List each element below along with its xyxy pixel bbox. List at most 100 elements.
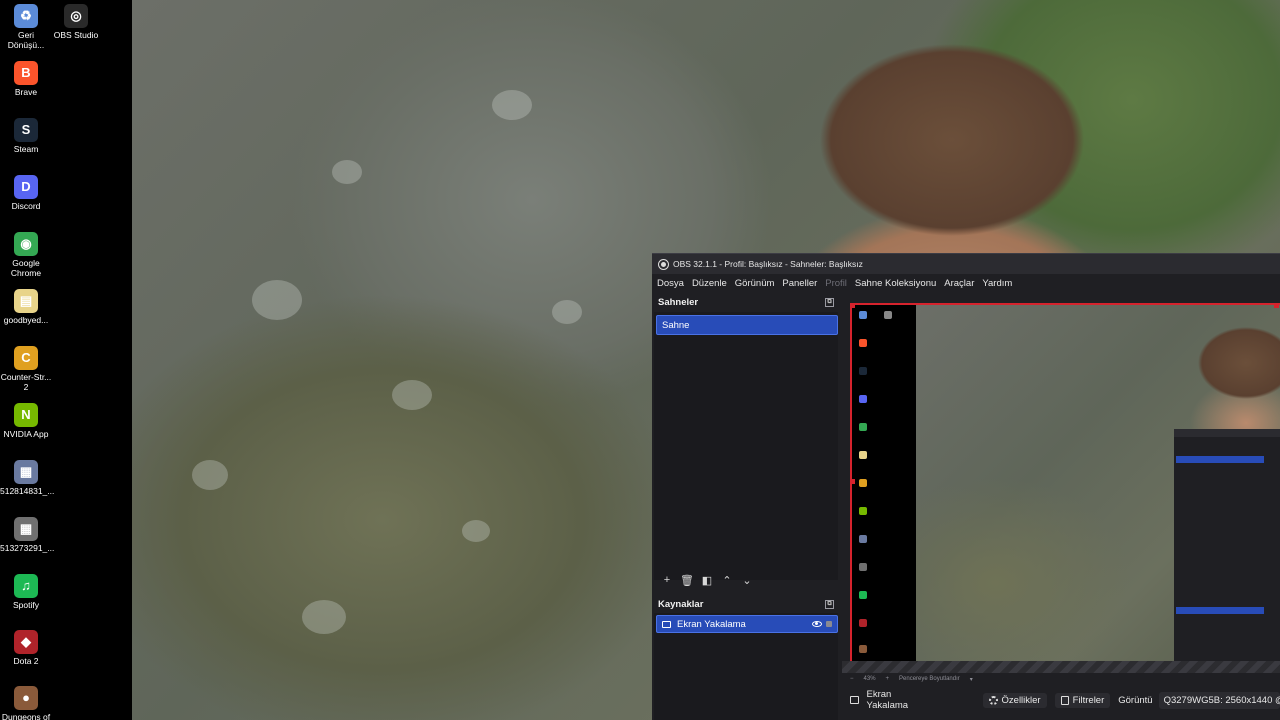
resize-handle[interactable] bbox=[850, 303, 855, 308]
zoom-dropdown-icon[interactable]: ▾ bbox=[970, 676, 973, 683]
preview-icon bbox=[859, 367, 867, 375]
preview-icon bbox=[859, 423, 867, 431]
add-scene-icon[interactable]: + bbox=[658, 572, 676, 588]
obs-logo-icon bbox=[658, 258, 669, 270]
preview-icon bbox=[859, 563, 867, 571]
desktop-icon[interactable]: N NVIDIA App bbox=[0, 403, 52, 440]
menu-profil[interactable]: Profil bbox=[825, 278, 847, 289]
zoom-fit-label[interactable]: Pencereye Boyutlandır bbox=[899, 676, 960, 682]
desktop-icon[interactable]: C Counter-Str... 2 bbox=[0, 346, 52, 392]
desktop-icon[interactable]: ◎ OBS Studio bbox=[50, 4, 102, 41]
desktop-icon[interactable]: ♫ Spotify bbox=[0, 574, 52, 611]
image-icon: ▦ bbox=[14, 517, 38, 541]
preview-icon bbox=[859, 311, 867, 319]
lock-icon[interactable] bbox=[826, 621, 832, 627]
obs-title-bar[interactable]: OBS 32.1.1 - Profil: Başlıksız - Sahnele… bbox=[652, 254, 1280, 274]
move-up-icon[interactable]: ⌃ bbox=[718, 572, 736, 588]
preview-icon bbox=[859, 339, 867, 347]
scenes-dock-header: Sahneler ⧉ bbox=[654, 294, 838, 310]
zoom-percent: 43% bbox=[863, 676, 876, 682]
menu-dosya[interactable]: Dosya bbox=[657, 278, 684, 289]
desktop-icon[interactable]: ♻ Geri Dönüşü... bbox=[0, 4, 52, 50]
menu-bar: Dosya Düzenle Görünüm Paneller Profil Sa… bbox=[652, 274, 1280, 292]
desktop-icon[interactable]: ◆ Dota 2 bbox=[0, 630, 52, 667]
file-icon: ▤ bbox=[14, 289, 38, 313]
menu-yardim[interactable]: Yardım bbox=[982, 278, 1012, 289]
desktop-icon[interactable]: ● Dungeons of bbox=[0, 686, 52, 720]
monitor-icon bbox=[850, 696, 859, 704]
window-title: OBS 32.1.1 - Profil: Başlıksız - Sahnele… bbox=[673, 259, 863, 269]
dota-icon: ◆ bbox=[14, 630, 38, 654]
preview-icon bbox=[859, 591, 867, 599]
image-icon: ▦ bbox=[14, 460, 38, 484]
monitor-icon bbox=[662, 620, 671, 628]
display-label: Görüntü bbox=[1118, 694, 1153, 706]
desktop-icon-label: Counter-Str... 2 bbox=[0, 372, 52, 392]
preview-nested-obs bbox=[1174, 429, 1280, 661]
dungeons-icon: ● bbox=[14, 686, 38, 710]
preview-icon bbox=[859, 535, 867, 543]
display-select[interactable]: Q3279WG5B: 2560x1440 @ 0,0 bbox=[1158, 691, 1280, 709]
preview-scroll-strip bbox=[842, 661, 1280, 673]
preview-icon bbox=[884, 311, 892, 319]
menu-araclar[interactable]: Araçlar bbox=[944, 278, 974, 289]
undock-icon[interactable]: ⧉ bbox=[825, 297, 834, 307]
menu-sahne-koleksiyonu[interactable]: Sahne Koleksiyonu bbox=[855, 278, 936, 289]
resize-handle[interactable] bbox=[850, 479, 855, 484]
desktop-icon-label: goodbyed... bbox=[3, 315, 49, 325]
desktop-icon-label: Brave bbox=[14, 87, 38, 97]
move-down-icon[interactable]: ⌄ bbox=[738, 572, 756, 588]
menu-paneller[interactable]: Paneller bbox=[782, 278, 817, 289]
preview-icon bbox=[859, 507, 867, 515]
steam-icon: S bbox=[14, 118, 38, 142]
desktop-icon-label: Geri Dönüşü... bbox=[7, 30, 45, 50]
scene-item[interactable]: Sahne bbox=[656, 315, 838, 335]
source-item[interactable]: Ekran Yakalama bbox=[656, 615, 838, 633]
zoom-out-icon[interactable]: − bbox=[850, 676, 854, 682]
remove-scene-icon[interactable]: 🗑 bbox=[678, 572, 696, 588]
filters-button[interactable]: Filtreler bbox=[1054, 692, 1111, 708]
desktop-icon[interactable]: ▦ 513273291_... bbox=[0, 517, 55, 554]
resize-handle[interactable] bbox=[1274, 303, 1279, 308]
desktop-icon[interactable]: ▤ goodbyed... bbox=[0, 289, 52, 326]
desktop-icon-label: Dungeons of bbox=[1, 712, 51, 720]
scene-item-label: Sahne bbox=[662, 319, 690, 331]
desktop-icon[interactable]: B Brave bbox=[0, 61, 52, 98]
preview-icon bbox=[859, 451, 867, 459]
desktop-icon-label: Discord bbox=[11, 201, 41, 211]
spotify-icon: ♫ bbox=[14, 574, 38, 598]
obs-studio-icon: ◎ bbox=[64, 4, 88, 28]
source-context-bar: Ekran Yakalama Özellikler Filtreler Görü… bbox=[842, 688, 1280, 712]
menu-gorunum[interactable]: Görünüm bbox=[735, 278, 775, 289]
preview-icon bbox=[859, 479, 867, 487]
scenes-dock: Sahneler ⧉ Sahne + 🗑 ◧ ⌃ ⌄ bbox=[654, 294, 838, 594]
desktop-icon-label: 512814831_... bbox=[0, 486, 55, 496]
menu-duzenle[interactable]: Düzenle bbox=[692, 278, 727, 289]
scene-filters-icon[interactable]: ◧ bbox=[698, 572, 716, 588]
preview-canvas[interactable] bbox=[850, 303, 1280, 661]
brave-icon: B bbox=[14, 61, 38, 85]
sources-list: Ekran Yakalama bbox=[654, 613, 838, 720]
preview-icon bbox=[859, 619, 867, 627]
desktop-icon[interactable]: ▦ 512814831_... bbox=[0, 460, 55, 497]
properties-button[interactable]: Özellikler bbox=[982, 692, 1047, 708]
desktop-icon[interactable]: ◉ Google Chrome bbox=[0, 232, 52, 278]
desktop-icon-label: Dota 2 bbox=[13, 656, 39, 666]
source-item-label: Ekran Yakalama bbox=[677, 618, 746, 630]
undock-icon[interactable]: ⧉ bbox=[825, 599, 834, 609]
scenes-title: Sahneler bbox=[658, 296, 699, 308]
desktop-icon[interactable]: D Discord bbox=[0, 175, 52, 212]
nvidia-icon: N bbox=[14, 403, 38, 427]
desktop-icon[interactable]: S Steam bbox=[0, 118, 52, 155]
discord-icon: D bbox=[14, 175, 38, 199]
scenes-list: Sahne bbox=[654, 312, 838, 580]
visibility-eye-icon[interactable] bbox=[812, 621, 822, 627]
desktop-icon-label: Google Chrome bbox=[10, 258, 42, 278]
recycle-bin-icon: ♻ bbox=[14, 4, 38, 28]
gear-icon bbox=[988, 695, 998, 705]
preview-icon bbox=[859, 645, 867, 653]
desktop-icon-label: 513273291_... bbox=[0, 543, 55, 553]
zoom-bar: − 43% + Pencereye Boyutlandır ▾ bbox=[842, 673, 1280, 685]
zoom-in-icon[interactable]: + bbox=[886, 676, 890, 682]
counter-strike-icon: C bbox=[14, 346, 38, 370]
